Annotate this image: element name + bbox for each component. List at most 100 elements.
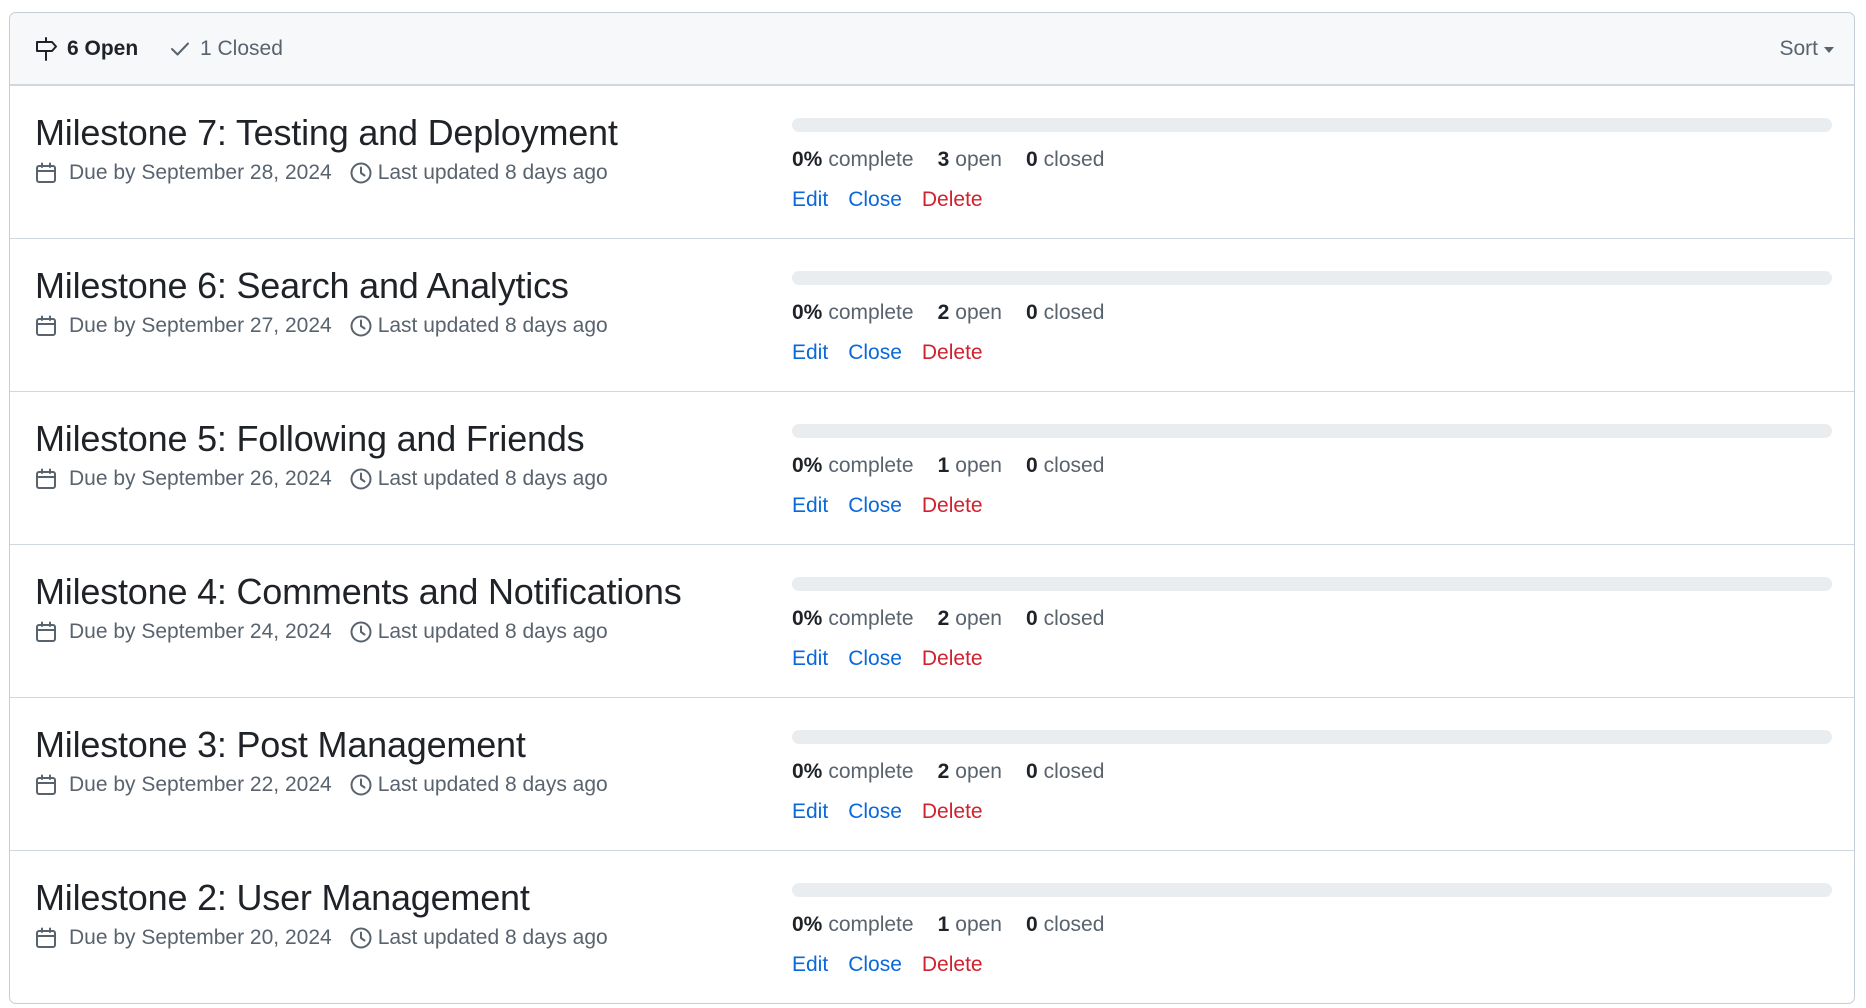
open-label: open (955, 607, 1002, 630)
closed-issues-count[interactable]: 0 closed (1026, 913, 1104, 937)
open-issues-count[interactable]: 3 open (938, 148, 1002, 172)
percent-value: 0% (792, 301, 823, 324)
milestone-row: Milestone 3: Post Management Due by Sept… (10, 698, 1854, 851)
closed-label: closed (1043, 301, 1105, 324)
percent-value: 0% (792, 148, 823, 171)
open-label: open (955, 148, 1002, 171)
edit-link[interactable]: Edit (792, 647, 828, 671)
closed-issues-count[interactable]: 0 closed (1026, 760, 1104, 784)
percent-value: 0% (792, 607, 823, 630)
clock-icon (350, 315, 372, 337)
milestone-actions: Edit Close Delete (792, 341, 1003, 365)
progress-bar (792, 118, 1832, 132)
clock-icon (350, 774, 372, 796)
closed-count-value: 0 (1025, 301, 1038, 324)
sort-dropdown[interactable]: Sort (1779, 13, 1834, 84)
milestone-title[interactable]: Milestone 5: Following and Friends (35, 418, 585, 460)
delete-link[interactable]: Delete (922, 188, 983, 212)
milestones-box: 6 Open 1 Closed Sort Milestone 7: Testin… (9, 12, 1855, 1004)
closed-issues-count[interactable]: 0 closed (1026, 454, 1104, 478)
closed-count-value: 0 (1025, 913, 1038, 936)
open-count-value: 1 (937, 454, 950, 477)
percent-complete: 0% complete (792, 760, 914, 784)
open-count-value: 3 (937, 148, 950, 171)
edit-link[interactable]: Edit (792, 800, 828, 824)
clock-icon (350, 468, 372, 490)
check-icon (170, 41, 200, 57)
milestone-title[interactable]: Milestone 6: Search and Analytics (35, 265, 569, 307)
percent-value: 0% (792, 454, 823, 477)
delete-link[interactable]: Delete (922, 800, 983, 824)
progress-bar (792, 577, 1832, 591)
closed-issues-count[interactable]: 0 closed (1026, 607, 1104, 631)
percent-complete: 0% complete (792, 454, 914, 478)
complete-label: complete (828, 301, 914, 324)
closed-issues-count[interactable]: 0 closed (1026, 148, 1104, 172)
percent-complete: 0% complete (792, 607, 914, 631)
milestone-title[interactable]: Milestone 2: User Management (35, 877, 530, 919)
milestone-meta: Due by September 20, 2024 Last updated 8… (35, 926, 608, 950)
due-date: Due by September 20, 2024 (69, 926, 332, 949)
last-updated-text: Last updated 8 days ago (377, 926, 608, 949)
progress-bar (792, 883, 1832, 897)
close-link[interactable]: Close (848, 800, 902, 824)
percent-value: 0% (792, 913, 823, 936)
last-updated: Last updated 8 days ago (350, 467, 608, 491)
close-link[interactable]: Close (848, 953, 902, 977)
milestone-stats: 0% complete 3 open 0 closed (792, 148, 1128, 172)
milestone-stats: 0% complete 2 open 0 closed (792, 607, 1128, 631)
open-issues-count[interactable]: 2 open (938, 301, 1002, 325)
due-date: Due by September 24, 2024 (69, 620, 332, 643)
milestone-title[interactable]: Milestone 4: Comments and Notifications (35, 571, 682, 613)
last-updated: Last updated 8 days ago (350, 620, 608, 644)
calendar-icon (35, 162, 57, 184)
last-updated-text: Last updated 8 days ago (377, 314, 608, 337)
due-date: Due by September 27, 2024 (69, 314, 332, 337)
last-updated-text: Last updated 8 days ago (377, 773, 608, 796)
calendar-icon (35, 621, 57, 643)
open-label: open (955, 301, 1002, 324)
milestone-title[interactable]: Milestone 3: Post Management (35, 724, 526, 766)
open-milestones-tab[interactable]: 6 Open (35, 13, 138, 84)
calendar-icon (35, 468, 57, 490)
last-updated-text: Last updated 8 days ago (377, 467, 608, 490)
delete-link[interactable]: Delete (922, 494, 983, 518)
open-issues-count[interactable]: 1 open (938, 454, 1002, 478)
sort-label: Sort (1779, 36, 1818, 60)
closed-label: closed (1043, 760, 1105, 783)
last-updated-text: Last updated 8 days ago (377, 161, 608, 184)
delete-link[interactable]: Delete (922, 647, 983, 671)
delete-link[interactable]: Delete (922, 341, 983, 365)
closed-label: closed (1043, 913, 1105, 936)
edit-link[interactable]: Edit (792, 341, 828, 365)
milestone-row: Milestone 7: Testing and Deployment Due … (10, 86, 1854, 239)
close-link[interactable]: Close (848, 647, 902, 671)
edit-link[interactable]: Edit (792, 494, 828, 518)
progress-bar (792, 271, 1832, 285)
milestone-list: Milestone 7: Testing and Deployment Due … (10, 86, 1854, 1003)
open-issues-count[interactable]: 1 open (938, 913, 1002, 937)
closed-count-value: 0 (1025, 148, 1038, 171)
closed-issues-count[interactable]: 0 closed (1026, 301, 1104, 325)
milestone-actions: Edit Close Delete (792, 647, 1003, 671)
close-link[interactable]: Close (848, 341, 902, 365)
closed-label: closed (1043, 607, 1105, 630)
complete-label: complete (828, 760, 914, 783)
closed-label: closed (1043, 148, 1105, 171)
milestones-header: 6 Open 1 Closed Sort (10, 13, 1854, 86)
complete-label: complete (828, 607, 914, 630)
closed-milestones-tab[interactable]: 1 Closed (170, 13, 283, 84)
milestone-row: Milestone 4: Comments and Notifications … (10, 545, 1854, 698)
open-issues-count[interactable]: 2 open (938, 760, 1002, 784)
edit-link[interactable]: Edit (792, 953, 828, 977)
complete-label: complete (828, 454, 914, 477)
milestone-title[interactable]: Milestone 7: Testing and Deployment (35, 112, 618, 154)
closed-count-label: 1 Closed (200, 36, 283, 60)
close-link[interactable]: Close (848, 188, 902, 212)
edit-link[interactable]: Edit (792, 188, 828, 212)
open-count-value: 1 (937, 913, 950, 936)
percent-value: 0% (792, 760, 823, 783)
open-issues-count[interactable]: 2 open (938, 607, 1002, 631)
close-link[interactable]: Close (848, 494, 902, 518)
delete-link[interactable]: Delete (922, 953, 983, 977)
